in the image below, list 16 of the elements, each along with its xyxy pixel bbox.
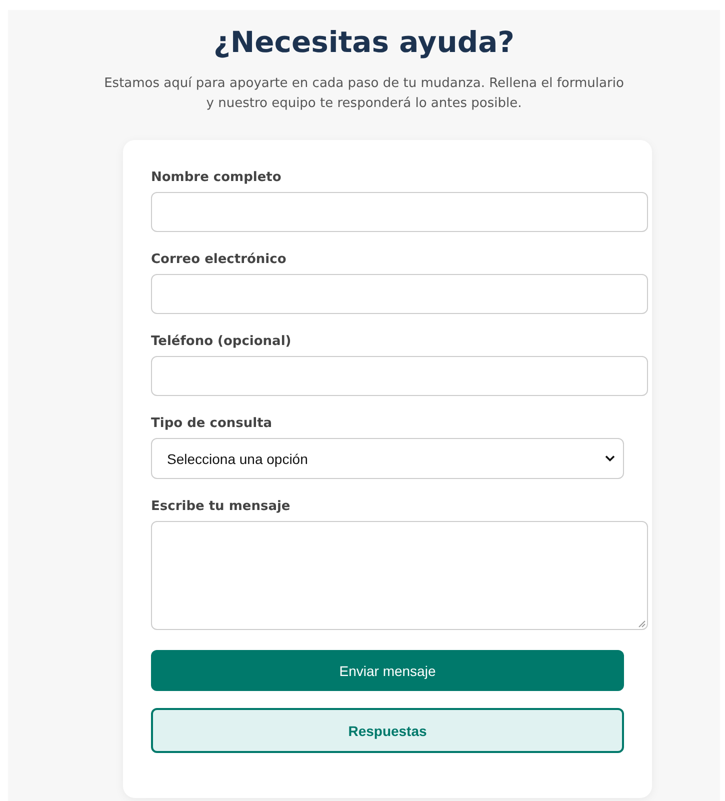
submit-button[interactable]: Enviar mensaje <box>151 650 624 691</box>
field-label: Nombre completo <box>151 170 282 186</box>
input-field[interactable] <box>151 356 648 396</box>
select-field[interactable]: Selecciona una opción <box>151 438 624 479</box>
input-field[interactable] <box>151 192 648 232</box>
page-subtitle: Estamos aquí para apoyarte en cada paso de tu mudanza. Rellena el formulario y nuestro equipo te responderá lo antes posible. <box>104 75 624 113</box>
page-title: ¿Necesitas ayuda? <box>212 24 516 60</box>
field-label: Correo electrónico <box>151 252 288 268</box>
field-label: Teléfono (opcional) <box>151 334 292 350</box>
secondary-button[interactable]: Respuestas <box>151 708 624 753</box>
input-field[interactable] <box>151 274 648 314</box>
field-label: Escribe tu mensaje <box>151 499 292 515</box>
chevron-down-icon <box>605 455 615 462</box>
field-label: Tipo de consulta <box>151 416 274 432</box>
resize-handle-icon <box>637 619 646 628</box>
textarea-field[interactable] <box>151 521 648 630</box>
